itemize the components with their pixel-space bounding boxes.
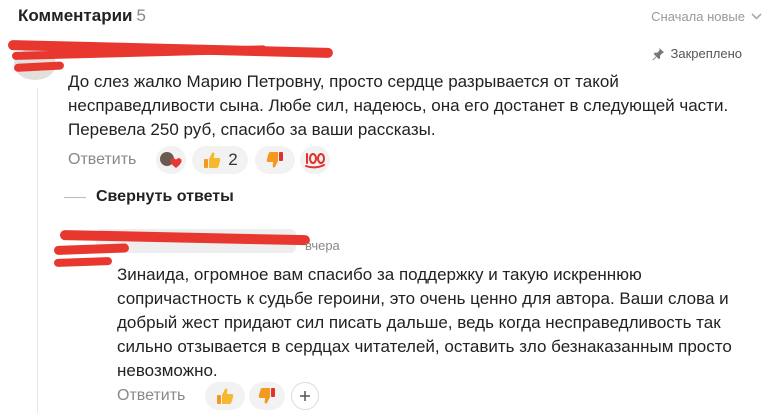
dislike-button[interactable]	[249, 382, 285, 410]
comment-time: вчера	[305, 238, 340, 253]
thumbs-up-icon	[204, 152, 221, 168]
comments-title: Комментарии	[18, 6, 133, 25]
plus-icon	[300, 391, 310, 401]
heart-reaction-icon	[160, 152, 182, 168]
pinned-label: Закреплено	[670, 46, 743, 61]
comment-text: Зинаида, огромное вам спасибо за поддерж…	[117, 265, 732, 380]
collapse-replies-button[interactable]: Свернуть ответы	[64, 188, 234, 206]
collapse-dash	[64, 196, 86, 198]
thumbs-down-icon	[258, 388, 275, 404]
collapse-label: Свернуть ответы	[96, 188, 234, 205]
pinned-badge: Закреплено	[651, 46, 743, 61]
reactions-summary-button[interactable]	[156, 146, 186, 174]
reply-button[interactable]: Ответить	[68, 151, 136, 169]
redaction-mark	[53, 243, 130, 255]
sort-label: Сначала новые	[651, 9, 745, 24]
chevron-down-icon	[751, 13, 762, 20]
pin-icon	[651, 47, 664, 60]
hundred-icon	[305, 153, 325, 169]
dislike-button[interactable]	[255, 146, 295, 174]
like-button[interactable]	[205, 382, 245, 410]
thumbs-up-icon	[217, 388, 234, 404]
comments-header: Комментарии 5	[18, 6, 146, 26]
reply-button[interactable]: Ответить	[117, 387, 185, 405]
redaction-mark	[53, 256, 113, 267]
comment-text: До слез жалко Марию Петровну, просто сер…	[68, 72, 729, 139]
like-count: 2	[228, 150, 238, 169]
hundred-reaction-button[interactable]	[300, 146, 330, 174]
comments-count: 5	[136, 6, 146, 25]
sort-dropdown[interactable]: Сначала новые	[651, 9, 762, 24]
thumbs-down-icon	[266, 152, 283, 168]
thread-line	[37, 88, 38, 413]
add-reaction-button[interactable]	[291, 382, 319, 410]
redaction-mark	[13, 61, 65, 72]
like-button[interactable]: 2	[192, 146, 248, 174]
